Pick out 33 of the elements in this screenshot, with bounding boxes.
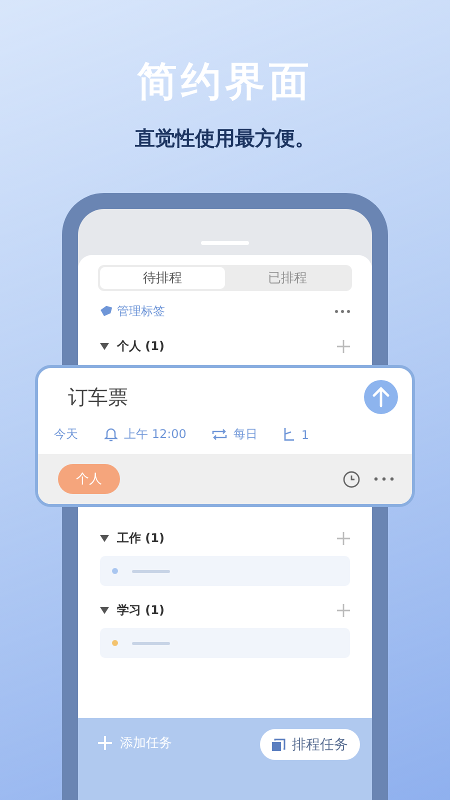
more-icon[interactable] [374,477,394,481]
repeat-label[interactable]: 每日 [233,426,258,443]
group-title[interactable]: 工作 (1) [117,530,337,546]
schedule-button[interactable]: 排程任务 [260,729,360,760]
caret-icon[interactable] [100,342,109,350]
submit-icon[interactable] [364,380,398,414]
due-date[interactable]: 今天 [54,426,78,443]
subtitle: 直觉性使用最方便。 [135,125,315,152]
caret-icon[interactable] [100,606,109,614]
bell-icon[interactable] [104,427,118,442]
tab[interactable]: 待排程 [100,267,225,289]
plus-icon [98,736,112,750]
subtask-count: 1 [301,428,310,442]
clock-icon[interactable] [343,470,360,488]
more-icon[interactable] [335,310,350,312]
reminder-time[interactable]: 上午 12:00 [124,426,186,443]
caret-icon[interactable] [100,534,109,542]
subtask-icon[interactable] [283,428,296,441]
group-title[interactable]: 学习 (1) [117,602,337,618]
tag-chip[interactable]: 个人 [58,464,120,494]
text-placeholder [132,642,170,644]
stacked-squares-icon [272,738,286,752]
tab[interactable]: 已排程 [225,267,350,289]
add-icon[interactable] [337,532,350,544]
repeat-icon[interactable] [212,428,228,441]
task-title: 订车票 [68,384,129,410]
text-placeholder [132,570,170,572]
group-title[interactable]: 个人 (1) [117,338,337,354]
add-icon[interactable] [337,604,350,616]
tag-icon [100,305,112,317]
add-task-button[interactable]: 添加任务 [98,734,260,752]
add-icon[interactable] [337,340,350,352]
manage-tags-link[interactable]: 管理标签 [117,302,335,320]
